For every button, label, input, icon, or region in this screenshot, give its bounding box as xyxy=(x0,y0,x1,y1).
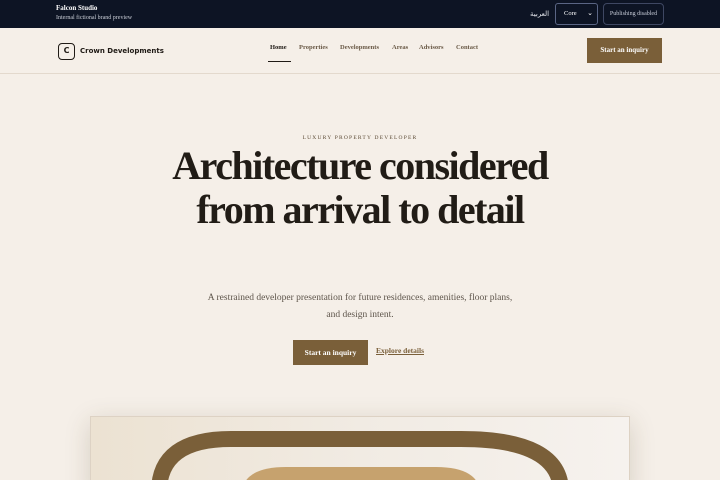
explore-details-link[interactable]: Explore details xyxy=(376,346,424,355)
hero-inquiry-button[interactable]: Start an inquiry xyxy=(293,340,368,365)
studio-subtitle: Internal fictional brand preview xyxy=(56,15,133,21)
nav-item-contact[interactable]: Contact xyxy=(456,44,478,51)
nav-item-home[interactable]: Home xyxy=(270,44,287,51)
hero-description: A restrained developer presentation for … xyxy=(207,293,513,320)
nav-item-advisors[interactable]: Advisors xyxy=(419,44,444,51)
hero-showcase-image xyxy=(90,416,630,480)
studio-bar: Falcon Studio Internal fictional brand p… xyxy=(0,0,720,28)
publishing-status-button[interactable]: Publishing disabled xyxy=(603,3,664,25)
chevron-down-icon: ⌄ xyxy=(587,9,593,17)
nav-item-developments[interactable]: Developments xyxy=(340,44,379,51)
nav-active-indicator xyxy=(268,61,291,62)
arch-illustration xyxy=(152,431,568,480)
site-header: C Crown Developments Home Properties Dev… xyxy=(0,28,720,74)
nav-item-areas[interactable]: Areas xyxy=(392,44,408,51)
brand-name[interactable]: Crown Developments xyxy=(80,47,164,55)
hero-eyebrow: LUXURY PROPERTY DEVELOPER xyxy=(302,135,418,141)
mode-select-value: Core xyxy=(564,10,577,17)
nav-item-properties[interactable]: Properties xyxy=(299,44,328,51)
logo-mark[interactable]: C xyxy=(58,43,75,60)
hero-title: Architecture considered from arrival to … xyxy=(172,143,549,232)
header-inquiry-button[interactable]: Start an inquiry xyxy=(587,38,662,63)
studio-title: Falcon Studio xyxy=(56,4,98,12)
language-switch-link[interactable]: العربية xyxy=(530,10,549,18)
mode-select[interactable]: Core ⌄ xyxy=(555,3,598,25)
